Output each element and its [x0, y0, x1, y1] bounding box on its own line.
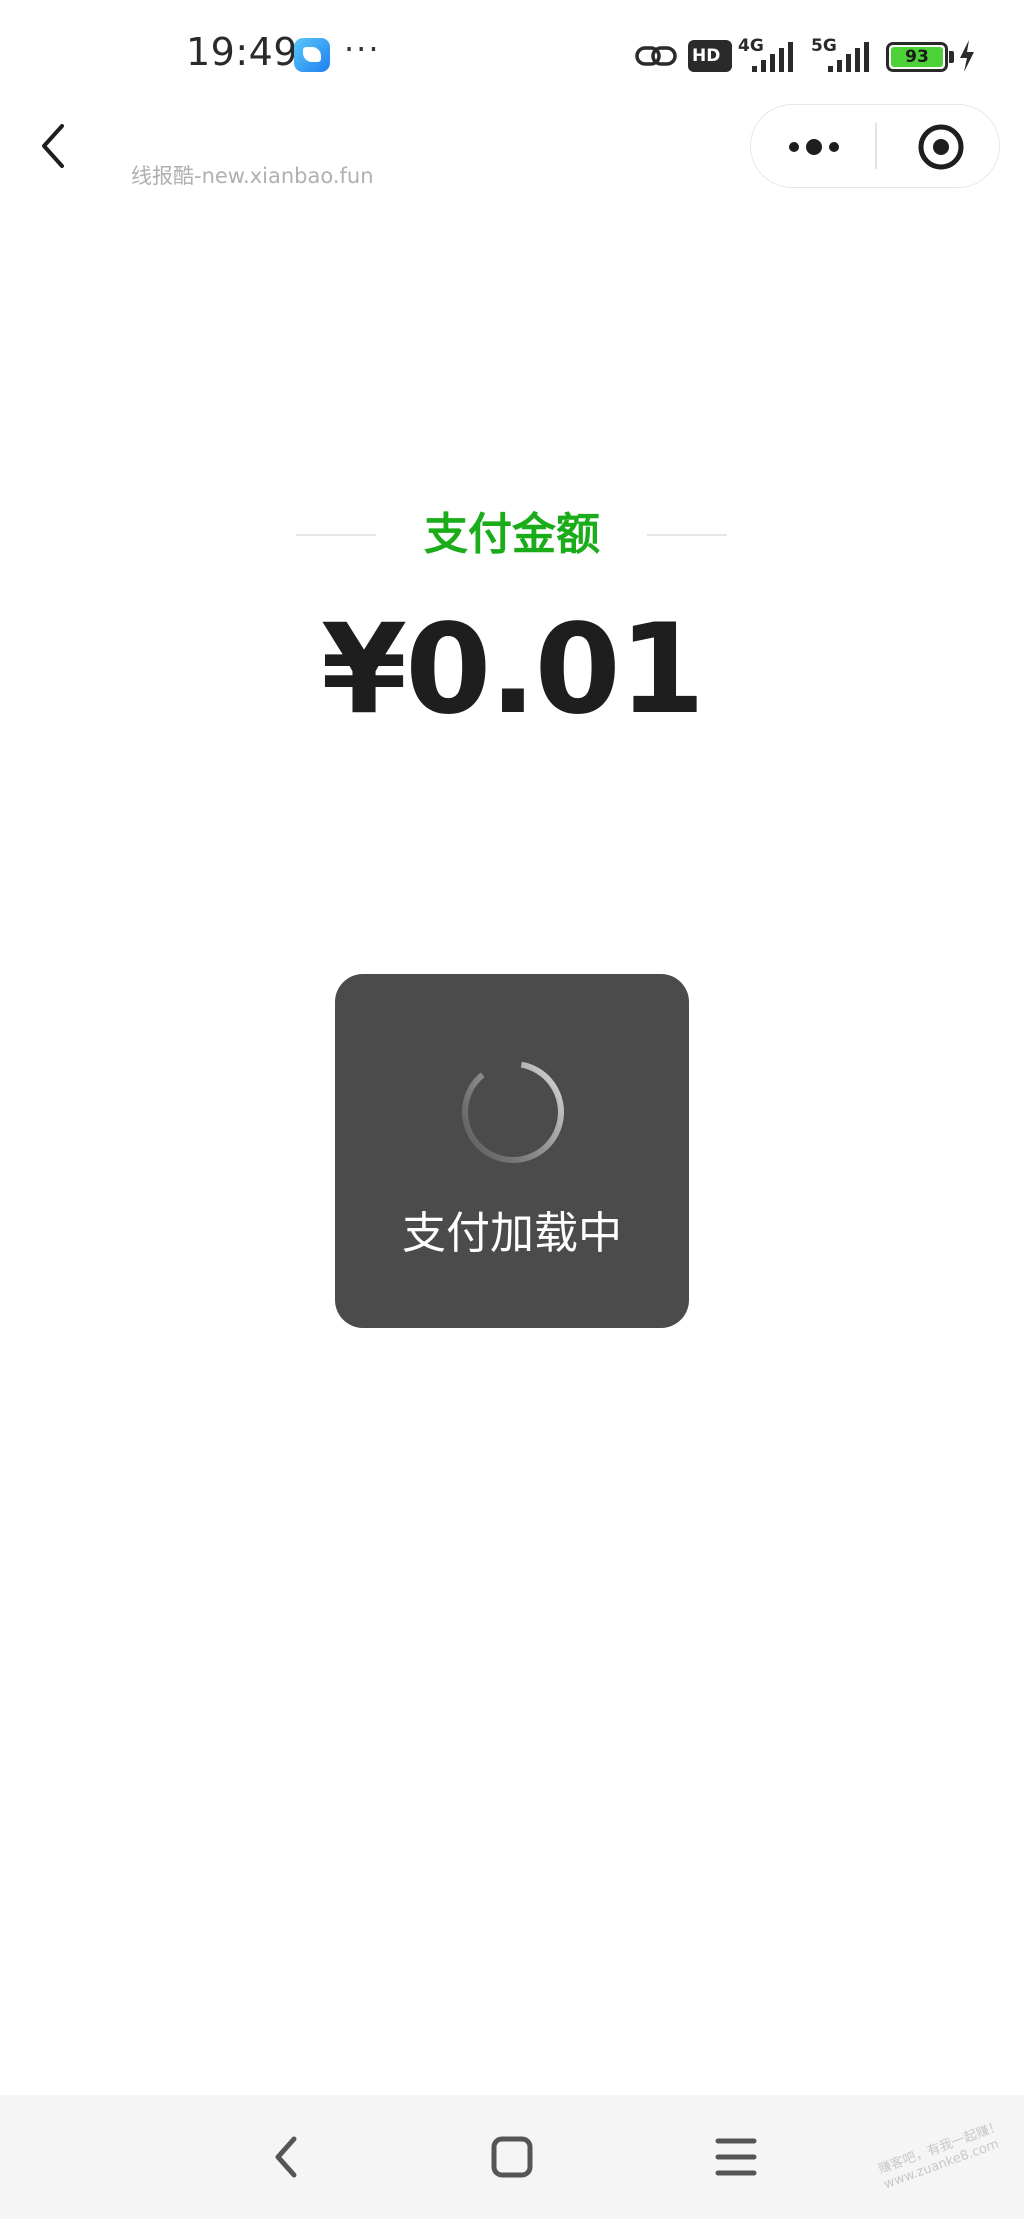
system-navigation-bar — [0, 2095, 1024, 2219]
source-watermark: 线报酷-new.xianbao.fun — [131, 164, 374, 188]
system-home-button[interactable] — [477, 2125, 547, 2189]
more-dots-icon — [789, 139, 839, 155]
spinner-icon — [462, 1061, 564, 1163]
close-button[interactable] — [877, 105, 999, 187]
payment-amount: ¥0.01 — [320, 598, 705, 742]
hd-badge: HD — [688, 40, 732, 72]
loading-text: 支付加载中 — [402, 1208, 622, 1259]
notification-app-icon — [294, 38, 330, 72]
miniprogram-capsule — [750, 104, 1000, 188]
payment-title-row: 支付金额 — [0, 505, 1024, 565]
back-button[interactable] — [30, 114, 80, 178]
charging-icon — [960, 40, 974, 72]
target-icon — [918, 124, 964, 170]
title-divider-right — [647, 534, 727, 536]
status-time: 19:49 — [186, 30, 299, 74]
payment-screen: 19:49 ··· HD 4G 5G 93 线报酷-new.xianbao.fu… — [0, 0, 1024, 2219]
payment-title: 支付金额 — [424, 509, 600, 560]
status-bar: 19:49 ··· HD 4G 5G 93 — [0, 0, 1024, 110]
battery-cap — [949, 51, 954, 63]
status-more-icon: ··· — [344, 30, 381, 68]
menu-icon — [715, 2138, 757, 2176]
back-icon — [275, 2136, 297, 2178]
signal-icon — [752, 42, 793, 72]
battery-level: 93 — [891, 47, 943, 67]
more-button[interactable] — [751, 105, 875, 187]
battery-icon: 93 — [886, 42, 948, 72]
link-icon — [635, 46, 677, 66]
system-back-button[interactable] — [252, 2125, 322, 2189]
loading-toast: 支付加载中 — [335, 974, 689, 1328]
home-icon — [491, 2136, 533, 2178]
signal-5g-icon — [828, 42, 869, 72]
system-menu-button[interactable] — [701, 2125, 771, 2189]
chevron-left-icon — [42, 124, 64, 168]
